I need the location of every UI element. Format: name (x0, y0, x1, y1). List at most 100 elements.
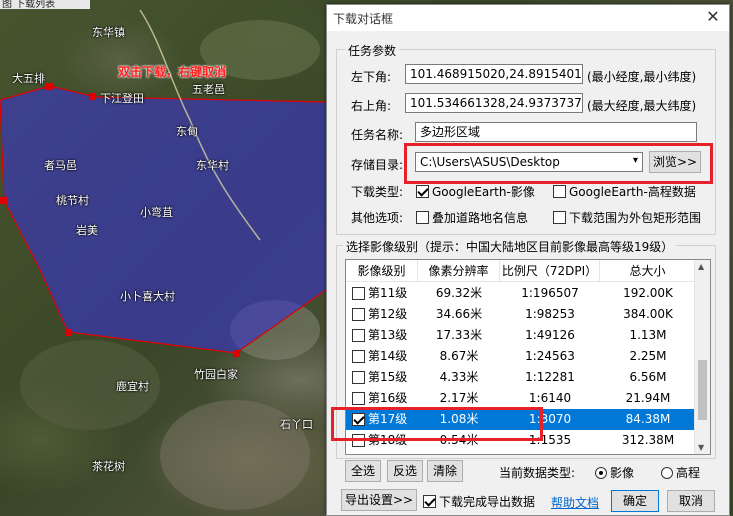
download-dialog: 下载对话框 ✕ 任务参数 左下角: 101.468915020,24.89154… (326, 4, 730, 516)
place-label: 东华镇 (92, 26, 125, 39)
scroll-up-icon[interactable]: ▲ (698, 262, 704, 271)
help-doc-link[interactable]: 帮助文档 (551, 494, 599, 511)
column-header[interactable]: 影像级别 (346, 260, 418, 281)
ok-button[interactable]: 确定 (611, 490, 659, 512)
dialog-titlebar[interactable]: 下载对话框 ✕ (327, 5, 729, 31)
table-row[interactable]: 第15级 4.33米 1:12281 6.56M (346, 367, 696, 388)
resolution-cell: 4.33米 (439, 370, 479, 384)
place-label: 石丫口 (280, 418, 313, 431)
export-settings-button[interactable]: 导出设置>> (341, 489, 417, 511)
vertex-marker[interactable] (233, 350, 240, 357)
imagery-checkbox-label: GoogleEarth-影像 (432, 185, 535, 199)
save-dir-label: 存储目录: (351, 158, 404, 172)
export-after-label: 下载完成导出数据 (439, 495, 536, 509)
size-cell: 384.00K (623, 307, 673, 321)
checkbox[interactable] (352, 329, 365, 342)
level-table[interactable]: 影像级别 像素分辨率 比例尺（72DPI） 总大小 第11级 69.32米 1:19… (345, 259, 711, 455)
column-header[interactable]: 总大小 (600, 260, 696, 281)
scale-cell: 1:3070 (528, 412, 572, 426)
lower-left-label: 左下角: (351, 70, 392, 84)
task-name-input[interactable]: 多边形区域 (415, 122, 697, 142)
size-cell: 312.38M (621, 433, 675, 447)
invert-selection-button[interactable]: 反选 (387, 460, 423, 482)
radio-imagery[interactable]: 影像 (595, 464, 634, 481)
level-label: 第14级 (368, 349, 408, 363)
size-cell: 192.00K (623, 286, 673, 300)
level-cell: 第18级 (346, 430, 418, 451)
chevron-down-icon[interactable]: ▾ (633, 154, 638, 168)
elevation-checkbox-label: GoogleEarth-高程数据 (569, 185, 696, 199)
overlay-checkbox[interactable]: 叠加道路地名信息 (416, 209, 528, 226)
level-cell: 第13级 (346, 325, 418, 346)
close-icon[interactable]: ✕ (703, 7, 723, 27)
checkbox[interactable] (416, 211, 429, 224)
level-label: 第17级 (368, 412, 408, 426)
table-row[interactable]: 第14级 8.67米 1:24563 2.25M (346, 346, 696, 367)
overlay-checkbox-label: 叠加道路地名信息 (432, 211, 529, 225)
level-label: 第15级 (368, 370, 408, 384)
imagery-checkbox[interactable]: GoogleEarth-影像 (416, 183, 535, 200)
vertex-marker[interactable] (46, 83, 53, 90)
other-options-label: 其他选项: (351, 211, 404, 225)
table-row[interactable]: 第17级 1.08米 1:3070 84.38M (346, 409, 696, 430)
save-dir-select[interactable]: C:\Users\ASUS\Desktop ▾ (415, 152, 643, 172)
table-row[interactable]: 第12级 34.66米 1:98253 384.00K (346, 304, 696, 325)
table-row[interactable]: 第11级 69.32米 1:196507 192.00K (346, 283, 696, 304)
column-header[interactable]: 像素分辨率 (418, 260, 500, 281)
place-label: 下江登田 (100, 92, 144, 105)
checkbox[interactable] (553, 211, 566, 224)
radio[interactable] (661, 466, 673, 479)
place-label: 茶花树 (92, 460, 125, 473)
table-row[interactable]: 第18级 0.54米 1:1535 312.38M (346, 430, 696, 451)
level-label: 第13级 (368, 328, 408, 342)
checkbox-checked[interactable] (416, 185, 429, 198)
place-label: 桃节村 (56, 194, 89, 207)
place-label: 竹园白家 (194, 368, 238, 381)
place-label: 五老邑 (192, 83, 225, 96)
checkbox[interactable] (352, 287, 365, 300)
scroll-down-icon[interactable]: ▼ (698, 443, 704, 452)
checkbox[interactable] (352, 350, 365, 363)
checkbox-checked[interactable] (352, 413, 365, 426)
radio-selected[interactable] (595, 466, 607, 479)
lower-left-input[interactable]: 101.468915020,24.891540164 (405, 64, 583, 84)
checkbox-checked[interactable] (423, 495, 436, 508)
table-scrollbar[interactable]: ▲ ▼ (694, 260, 710, 454)
checkbox[interactable] (352, 392, 365, 405)
level-cell: 第15级 (346, 367, 418, 388)
table-row[interactable]: 第13级 17.33米 1:49126 1.13M (346, 325, 696, 346)
browse-button[interactable]: 浏览>> (649, 151, 701, 173)
scale-cell: 1:49126 (525, 328, 575, 342)
radio-imagery-label: 影像 (610, 466, 635, 480)
cancel-button[interactable]: 取消 (667, 490, 715, 512)
bbox-checkbox[interactable]: 下载范围为外包矩形范围 (553, 209, 701, 226)
scroll-thumb[interactable] (698, 360, 707, 420)
upper-right-input[interactable]: 101.534661328,24.937373751 (405, 93, 583, 113)
select-all-button[interactable]: 全选 (345, 460, 381, 482)
resolution-cell: 69.32米 (435, 286, 483, 300)
vertex-marker[interactable] (89, 93, 96, 100)
resolution-cell: 34.66米 (435, 307, 483, 321)
group-title: 选择影像级别（提示：中国大陆地区目前影像最高等级19级） (343, 238, 677, 255)
elevation-checkbox[interactable]: GoogleEarth-高程数据 (553, 183, 696, 200)
radio-elevation-label: 高程 (676, 466, 701, 480)
checkbox[interactable] (352, 434, 365, 447)
checkbox[interactable] (553, 185, 566, 198)
clear-button[interactable]: 清除 (427, 460, 463, 482)
vertex-marker[interactable] (0, 197, 7, 204)
level-cell: 第11级 (346, 283, 418, 304)
map-tab[interactable]: 图 下载列表 (0, 0, 90, 9)
level-label: 第12级 (368, 307, 408, 321)
column-header[interactable]: 比例尺（72DPI） (500, 260, 600, 281)
vertex-marker[interactable] (65, 329, 72, 336)
group-title: 任务参数 (345, 42, 400, 59)
radio-elevation[interactable]: 高程 (661, 464, 700, 481)
place-label: 大五排 (12, 72, 45, 85)
table-row[interactable]: 第16级 2.17米 1:6140 21.94M (346, 388, 696, 409)
map-hint: 双击下载，右键取消 (118, 65, 227, 79)
checkbox[interactable] (352, 371, 365, 384)
scale-cell: 1:12281 (525, 370, 575, 384)
place-label: 小弯苴 (140, 206, 173, 219)
export-after-checkbox[interactable]: 下载完成导出数据 (423, 493, 535, 510)
checkbox[interactable] (352, 308, 365, 321)
